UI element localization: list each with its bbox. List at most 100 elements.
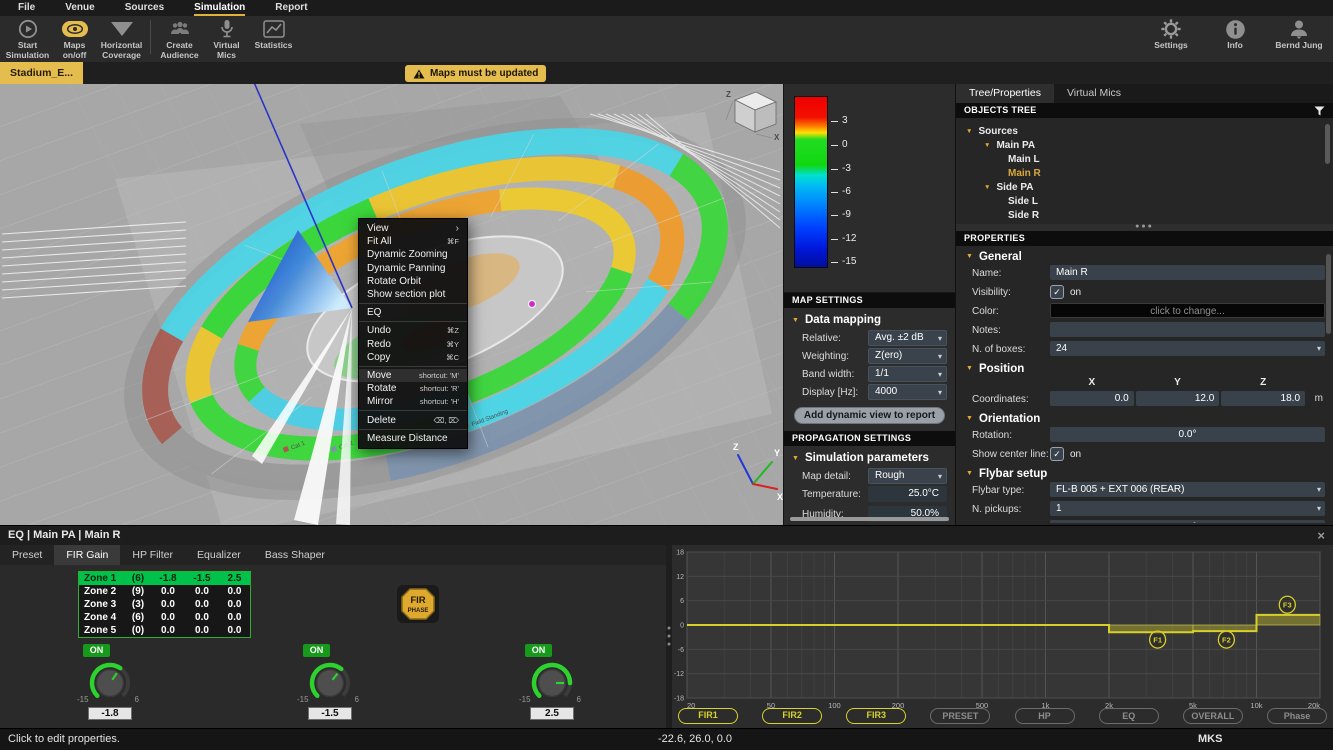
tree-scrollbar[interactable] — [1325, 124, 1330, 164]
tree-item-side-l[interactable]: Side L — [956, 194, 1333, 208]
preset-button[interactable]: PRESET — [930, 708, 990, 724]
tree-item-main-r[interactable]: Main R — [956, 166, 1333, 180]
zone-row[interactable]: Zone 2(9)0.00.00.0 — [79, 585, 250, 598]
flybar-tilt-field[interactable]: 0.5° — [1050, 520, 1325, 523]
ctx-copy[interactable]: Copy⌘C — [359, 351, 467, 364]
show-center-line-checkbox[interactable]: ✓ — [1050, 447, 1064, 461]
virtual-mics-button[interactable]: Virtual Mics — [203, 16, 250, 60]
maps-onoff-button[interactable]: Maps on/off — [51, 16, 98, 60]
tab-fir-gain[interactable]: FIR Gain — [54, 545, 120, 565]
simulation-parameters-section[interactable]: ▼Simulation parameters — [784, 446, 955, 468]
zone-row[interactable]: Zone 5(0)0.00.00.0 — [79, 624, 250, 637]
panel-splitter[interactable]: ●●● — [956, 224, 1333, 231]
horizontal-coverage-button[interactable]: Horizontal Coverage — [98, 16, 145, 60]
coordinate-z-field[interactable]: 18.0 — [1221, 391, 1305, 406]
fir3-button[interactable]: FIR3 — [846, 708, 906, 724]
rotation-field[interactable]: 0.0° — [1050, 427, 1325, 442]
fir2-on-badge[interactable]: ON — [303, 644, 330, 657]
tab-equalizer[interactable]: Equalizer — [185, 545, 253, 565]
expander-icon[interactable]: ▼ — [984, 184, 990, 191]
fir3-gain-value[interactable]: 2.5 — [530, 707, 574, 720]
tree-item-main-l[interactable]: Main L — [956, 152, 1333, 166]
fir1-button[interactable]: FIR1 — [678, 708, 738, 724]
menu-sources[interactable]: Sources — [125, 0, 164, 16]
ctx-view[interactable]: View› — [359, 222, 467, 235]
ctx-show-section-plot[interactable]: Show section plot — [359, 288, 467, 301]
ctx-redo[interactable]: Redo⌘Y — [359, 338, 467, 351]
eq-button[interactable]: EQ — [1099, 708, 1159, 724]
filter-funnel-icon[interactable] — [1314, 106, 1325, 116]
tree-item-side-r[interactable]: Side R — [956, 208, 1333, 222]
zone-row[interactable]: Zone 1(6)-1.8-1.52.5 — [79, 572, 250, 585]
relative-dropdown[interactable]: Avg. ±2 dB▾ — [868, 330, 947, 346]
section-position[interactable]: ▼Position — [956, 360, 1333, 377]
ctx-undo[interactable]: Undo⌘Z — [359, 324, 467, 337]
fir2-gain-value[interactable]: -1.5 — [308, 707, 352, 720]
zone-row[interactable]: Zone 3(3)0.00.00.0 — [79, 598, 250, 611]
tree-item-main-pa[interactable]: ▼Main PA — [956, 138, 1333, 152]
horizontal-scrollbar[interactable] — [790, 517, 949, 521]
ctx-fit-all[interactable]: Fit All⌘F — [359, 235, 467, 248]
zone-row[interactable]: Zone 4(6)0.00.00.0 — [79, 611, 250, 624]
fir-eq-graph[interactable]: 20501002005001k2k5k10k20k181260-6-12-18F… — [672, 545, 1333, 711]
stadium-3d-viewport[interactable]: Cat 1 Cat 2 Cat 3 Cat 4 Field Standing — [0, 84, 783, 525]
hp-button[interactable]: HP — [1015, 708, 1075, 724]
tab-tree-properties[interactable]: Tree/Properties — [956, 84, 1054, 103]
flybar-type-dropdown[interactable]: FL-B 005 + EXT 006 (REAR)▾ — [1050, 482, 1325, 497]
color-field[interactable]: click to change... — [1050, 303, 1325, 318]
fir3-on-badge[interactable]: ON — [525, 644, 552, 657]
n-pickups-dropdown[interactable]: 1▾ — [1050, 501, 1325, 516]
ctx-measure-distance[interactable]: Measure Distance — [359, 432, 467, 445]
coordinate-y-field[interactable]: 12.0 — [1136, 391, 1220, 406]
expander-icon[interactable]: ▼ — [966, 128, 972, 135]
ctx-rotate-orbit[interactable]: Rotate Orbit — [359, 275, 467, 288]
info-button[interactable]: Info — [1209, 16, 1261, 51]
weighting-dropdown[interactable]: Z(ero)▾ — [868, 348, 947, 364]
notes-field[interactable] — [1050, 322, 1325, 337]
name-field[interactable]: Main R — [1050, 265, 1325, 280]
virtual-mic-point[interactable] — [529, 301, 536, 308]
menu-report[interactable]: Report — [275, 0, 307, 16]
fir1-gain-value[interactable]: -1.8 — [88, 707, 132, 720]
section-orientation[interactable]: ▼Orientation — [956, 410, 1333, 427]
close-icon[interactable]: × — [1317, 526, 1325, 545]
ctx-rotate[interactable]: Rotateshortcut: 'R' — [359, 382, 467, 395]
tab-bass-shaper[interactable]: Bass Shaper — [253, 545, 337, 565]
add-dynamic-view-button[interactable]: Add dynamic view to report — [794, 407, 945, 424]
fir2-button[interactable]: FIR2 — [762, 708, 822, 724]
create-audience-button[interactable]: Create Audience — [156, 16, 203, 60]
coordinate-x-field[interactable]: 0.0 — [1050, 391, 1134, 406]
display-hz-dropdown[interactable]: 4000▾ — [868, 384, 947, 400]
menu-file[interactable]: File — [18, 0, 35, 16]
statistics-button[interactable]: Statistics — [250, 16, 297, 60]
visibility-checkbox[interactable]: ✓ — [1050, 285, 1064, 299]
ctx-dynamic-zooming[interactable]: Dynamic Zooming — [359, 248, 467, 261]
start-simulation-button[interactable]: Start Simulation — [4, 16, 51, 60]
ctx-dynamic-panning[interactable]: Dynamic Panning — [359, 262, 467, 275]
settings-button[interactable]: Settings — [1145, 16, 1197, 51]
phase-button[interactable]: Phase — [1267, 708, 1327, 724]
ctx-eq[interactable]: EQ — [359, 306, 467, 319]
maps-warning-badge[interactable]: Maps must be updated — [405, 65, 546, 82]
document-tab[interactable]: Stadium_E... — [0, 62, 83, 84]
menu-venue[interactable]: Venue — [65, 0, 94, 16]
tree-item-side-pa[interactable]: ▼Side PA — [956, 180, 1333, 194]
section-general[interactable]: ▼General — [956, 248, 1333, 265]
map-detail-dropdown[interactable]: Rough▾ — [868, 468, 947, 484]
ctx-mirror[interactable]: Mirrorshortcut: 'H' — [359, 395, 467, 408]
section-flybar-setup[interactable]: ▼Flybar setup — [956, 465, 1333, 482]
properties-scrollbar[interactable] — [1326, 254, 1331, 334]
bandwidth-dropdown[interactable]: 1/1▾ — [868, 366, 947, 382]
fir1-on-badge[interactable]: ON — [83, 644, 110, 657]
menu-simulation[interactable]: Simulation — [194, 0, 245, 16]
expander-icon[interactable]: ▼ — [984, 142, 990, 149]
ctx-delete[interactable]: Delete⌫, ⌦ — [359, 413, 467, 426]
tab-hp-filter[interactable]: HP Filter — [120, 545, 185, 565]
tab-virtual-mics[interactable]: Virtual Mics — [1054, 84, 1134, 103]
n-of-boxes-dropdown[interactable]: 24▾ — [1050, 341, 1325, 356]
tree-item-sources[interactable]: ▼Sources — [956, 124, 1333, 138]
overall-button[interactable]: OVERALL — [1183, 708, 1243, 724]
data-mapping-section[interactable]: ▼Data mapping — [784, 308, 955, 330]
ctx-move[interactable]: Moveshortcut: 'M' — [359, 369, 467, 382]
tab-preset[interactable]: Preset — [0, 545, 54, 565]
